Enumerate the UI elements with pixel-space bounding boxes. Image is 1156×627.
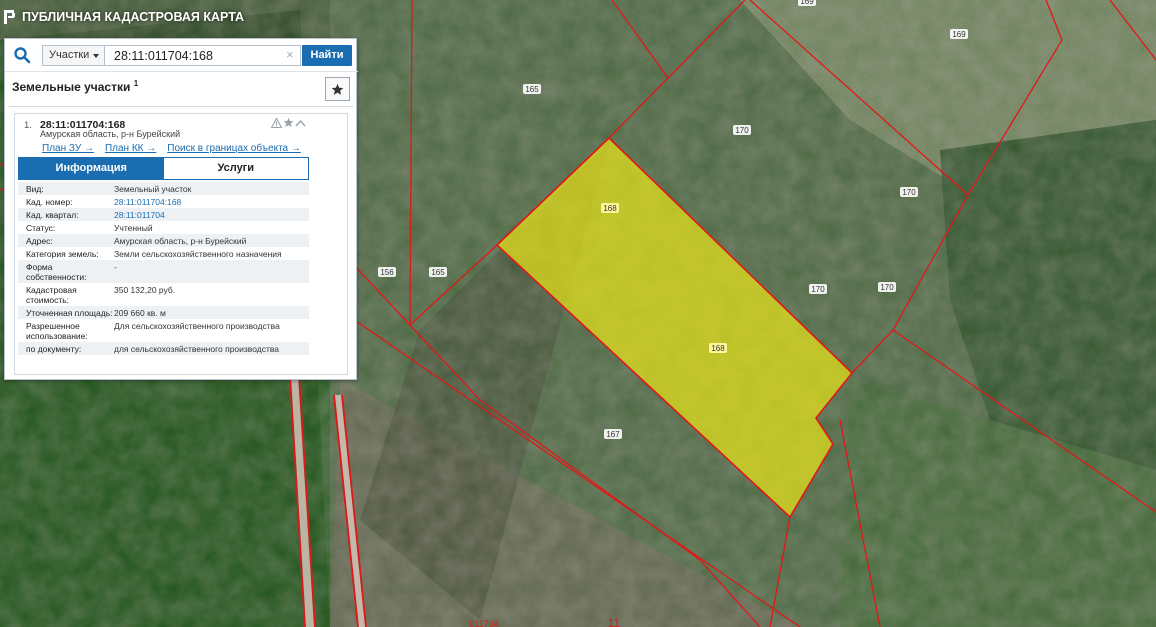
property-row: Разрешенное использование: Для сельскохоз…: [18, 319, 309, 342]
property-row: Адрес: Амурская область, р-н Бурейский: [18, 234, 309, 247]
parcel-label: 165: [429, 267, 447, 277]
property-row: Статус: Учтенный: [18, 221, 309, 234]
search-panel: Участки × Найти Земельные участки 1 1. 2…: [4, 38, 358, 380]
svg-text:170: 170: [880, 283, 894, 292]
property-row: Кад. квартал: 28:11:011704: [18, 208, 309, 221]
svg-text:156: 156: [380, 268, 394, 277]
tab-info[interactable]: Информация: [19, 158, 164, 179]
result-index: 1.: [24, 120, 32, 131]
collapse-icon[interactable]: [295, 119, 306, 127]
parcel-label: 168: [601, 203, 619, 213]
property-key: Статус:: [26, 223, 56, 233]
clear-search-icon[interactable]: ×: [286, 48, 294, 61]
cadastral-quarter-link[interactable]: 28:11:011704: [114, 210, 309, 220]
parcel-label: 170: [809, 284, 827, 294]
property-value: Земли сельскохозяйственного назначения: [114, 249, 282, 259]
map-logo-icon: [4, 10, 16, 24]
property-key: Вид:: [26, 184, 44, 194]
property-table: Вид: Земельный участок Кад. номер: 28:11:0…: [18, 182, 309, 355]
property-key: Разрешенное использование:: [26, 321, 88, 341]
divider: [9, 106, 353, 107]
svg-text:170: 170: [902, 188, 916, 197]
property-key: Форма собственности:: [26, 262, 87, 282]
search-icon[interactable]: [13, 46, 31, 64]
property-value: 209 660 кв. м: [114, 308, 166, 318]
favorites-button[interactable]: [325, 77, 350, 101]
property-key: по документу:: [26, 344, 82, 354]
property-value: -: [114, 262, 117, 272]
svg-text:167: 167: [606, 430, 620, 439]
property-key: Кадастровая стоимость:: [26, 285, 77, 305]
app-title: ПУБЛИЧНАЯ КАДАСТРОВАЯ КАРТА: [22, 10, 245, 24]
cadastral-number-link[interactable]: 28:11:011704:168: [114, 197, 309, 207]
search-in-bounds-link[interactable]: Поиск в границах объекта →: [167, 143, 301, 154]
top-bar: ПУБЛИЧНАЯ КАДАСТРОВАЯ КАРТА: [0, 0, 1156, 38]
svg-text:11: 11: [608, 616, 621, 627]
parcel-label: 167: [604, 429, 622, 439]
property-key: Категория земель:: [26, 249, 99, 259]
property-row: Кадастровая стоимость: 350 132,20 руб.: [18, 283, 309, 306]
property-value: Для сельскохозяйственного производства: [114, 321, 280, 331]
property-row: Кад. номер: 28:11:011704:168: [18, 195, 309, 208]
plan-kk-link[interactable]: План КК →: [105, 143, 156, 154]
search-type-label: Участки: [49, 49, 90, 61]
warning-icon[interactable]: [271, 117, 282, 128]
parcel-label: 170: [733, 125, 751, 135]
result-address: Амурская область, р-н Бурейский: [40, 129, 181, 139]
brand[interactable]: ПУБЛИЧНАЯ КАДАСТРОВАЯ КАРТА: [4, 10, 244, 24]
property-row: Уточненная площадь: 209 660 кв. м: [18, 306, 309, 319]
property-row: Вид: Земельный участок: [18, 182, 309, 195]
results-title-text: Земельные участки: [12, 80, 131, 94]
parcel-label: 170: [878, 282, 896, 292]
search-row: Участки × Найти: [5, 39, 358, 72]
result-links: План ЗУ → План КК → Поиск в границах объ…: [42, 143, 301, 154]
property-row: Категория земель: Земли сельскохозяйствен…: [18, 247, 309, 260]
svg-text:168: 168: [711, 344, 725, 353]
result-tabs: Информация Услуги: [18, 157, 309, 180]
property-value: Учтенный: [114, 223, 153, 233]
property-key: Кад. номер:: [26, 197, 73, 207]
results-count: 1: [133, 79, 139, 88]
svg-text:165: 165: [431, 268, 445, 277]
svg-text:170: 170: [811, 285, 825, 294]
parcel-label: 156: [378, 267, 396, 277]
quarter-label: 011704: [469, 619, 498, 627]
find-button[interactable]: Найти: [302, 45, 352, 66]
property-row: Форма собственности: -: [18, 260, 309, 283]
property-value: Амурская область, р-н Бурейский: [114, 236, 247, 246]
property-value: Земельный участок: [114, 184, 192, 194]
property-key: Адрес:: [26, 236, 53, 246]
property-key: Уточненная площадь:: [26, 308, 113, 318]
star-icon[interactable]: [283, 117, 294, 128]
property-value: 350 132,20 руб.: [114, 285, 176, 295]
svg-text:011704: 011704: [469, 619, 498, 627]
result-actions: [271, 117, 306, 128]
property-key: Кад. квартал:: [26, 210, 79, 220]
district-label: 11: [608, 616, 621, 627]
plan-zu-link[interactable]: План ЗУ →: [42, 143, 94, 154]
property-value: для сельскохозяйственного производства: [114, 344, 280, 354]
svg-text:170: 170: [735, 126, 749, 135]
result-card: 1. 28:11:011704:168 Амурская область, р-…: [14, 113, 348, 375]
search-type-select[interactable]: Участки: [42, 45, 105, 66]
svg-text:165: 165: [525, 85, 539, 94]
svg-text:168: 168: [603, 204, 617, 213]
results-section-title: Земельные участки 1: [12, 79, 138, 94]
parcel-label: 168: [709, 343, 727, 353]
star-icon: [331, 83, 344, 95]
chevron-down-icon: [93, 54, 99, 58]
property-row: по документу: для сельскохозяйственного п…: [18, 342, 309, 355]
tab-services[interactable]: Услуги: [163, 158, 308, 179]
parcel-label: 170: [900, 187, 918, 197]
parcel-label: 165: [523, 84, 541, 94]
search-input[interactable]: [105, 45, 301, 66]
